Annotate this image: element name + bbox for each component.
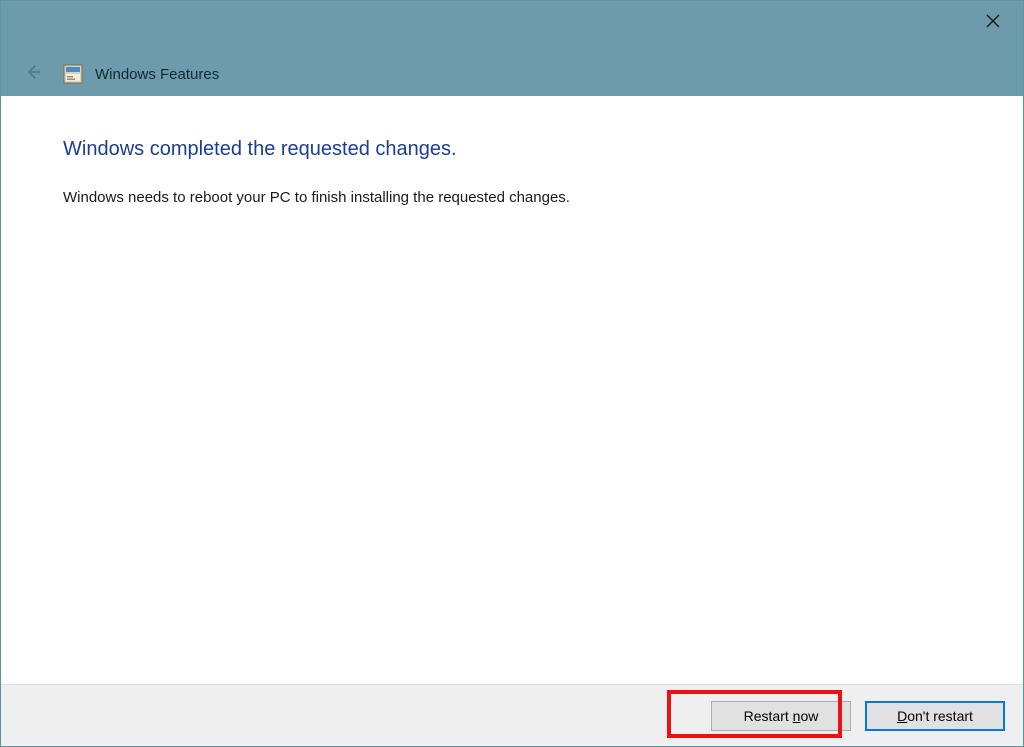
- back-arrow-icon: [24, 63, 42, 86]
- app-title: Windows Features: [95, 66, 219, 83]
- footer-bar: Restart now Don't restart: [1, 684, 1023, 746]
- close-icon: [986, 14, 1000, 33]
- windows-features-dialog: Windows Features Windows completed the r…: [0, 0, 1024, 747]
- titlebar: [1, 1, 1023, 52]
- restart-now-button[interactable]: Restart now: [711, 701, 851, 731]
- app-title-group: Windows Features: [63, 64, 219, 84]
- close-button[interactable]: [969, 5, 1017, 41]
- windows-features-icon: [63, 64, 83, 84]
- dont-restart-label: Don't restart: [897, 708, 973, 724]
- page-heading: Windows completed the requested changes.: [63, 138, 967, 161]
- restart-now-label: Restart now: [744, 708, 819, 724]
- body-text: Windows needs to reboot your PC to finis…: [63, 189, 967, 206]
- header-bar: Windows Features: [1, 52, 1023, 96]
- content-area: Windows completed the requested changes.…: [1, 96, 1023, 684]
- dont-restart-button[interactable]: Don't restart: [865, 701, 1005, 731]
- back-button: [23, 64, 43, 84]
